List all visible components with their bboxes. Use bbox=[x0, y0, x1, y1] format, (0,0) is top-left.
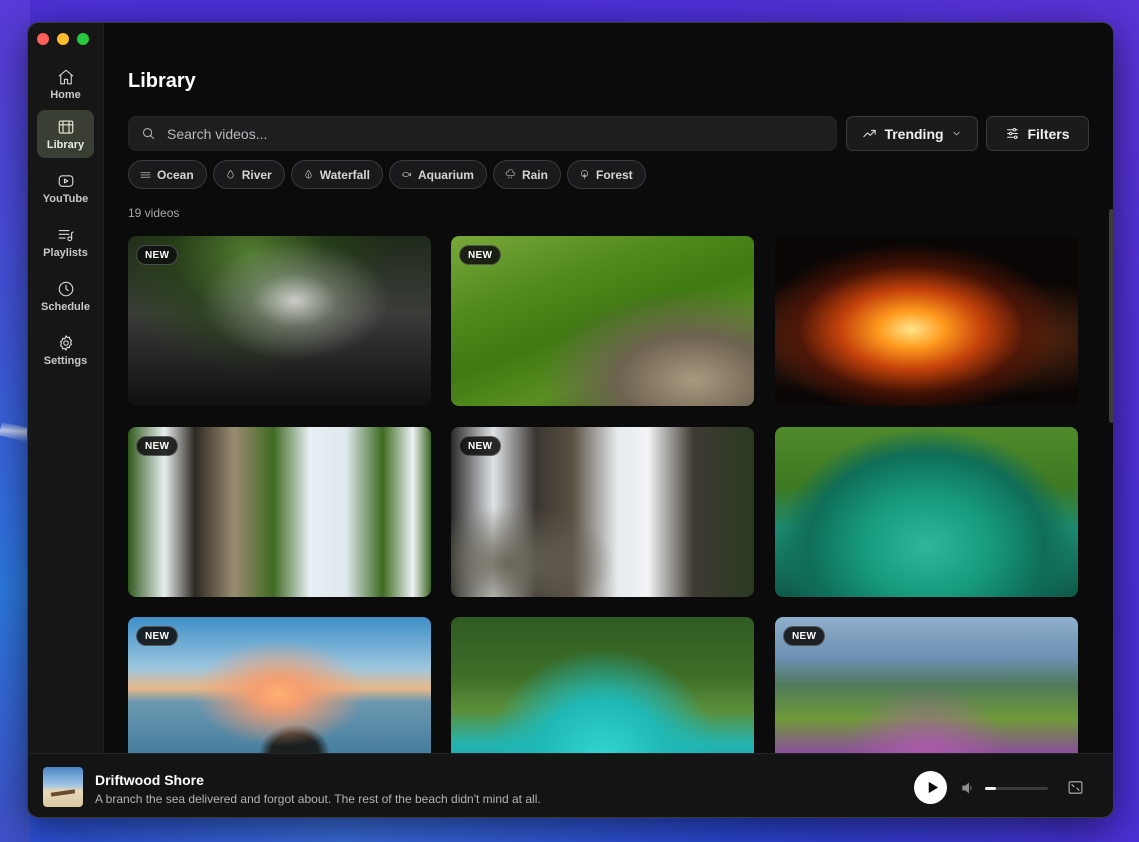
now-playing-description: A branch the sea delivered and forgot ab… bbox=[95, 792, 541, 806]
chip-label: River bbox=[241, 167, 272, 182]
close-window-button[interactable] bbox=[37, 33, 49, 45]
now-playing-title: Driftwood Shore bbox=[95, 772, 204, 788]
chip-label: Rain bbox=[521, 167, 548, 182]
chip-label: Forest bbox=[595, 167, 633, 182]
new-badge: NEW bbox=[136, 436, 179, 456]
video-card[interactable]: NEW bbox=[451, 236, 754, 406]
chevron-down-icon bbox=[952, 131, 960, 136]
sidebar-item-label: YouTube bbox=[42, 192, 89, 205]
video-card[interactable] bbox=[775, 427, 1078, 597]
fish-icon bbox=[401, 172, 411, 177]
chip-forest[interactable]: Forest bbox=[566, 160, 646, 189]
chip-label: Waterfall bbox=[319, 167, 370, 182]
clock-icon bbox=[58, 281, 73, 296]
video-card[interactable]: NEW bbox=[128, 236, 431, 406]
new-badge: NEW bbox=[783, 626, 826, 646]
tree-icon bbox=[580, 170, 589, 179]
video-card[interactable] bbox=[775, 236, 1078, 406]
waterfall-icon bbox=[305, 170, 312, 179]
volume-slider[interactable] bbox=[985, 787, 1048, 790]
filters-label: Filters bbox=[1027, 125, 1070, 142]
video-card[interactable]: NEW bbox=[775, 617, 1078, 753]
video-card[interactable]: NEW bbox=[128, 427, 431, 597]
chip-rain[interactable]: Rain bbox=[492, 160, 561, 189]
sidebar-item-playlists[interactable]: Playlists bbox=[37, 218, 94, 266]
sidebar-item-label: Settings bbox=[43, 354, 88, 367]
chip-aquarium[interactable]: Aquarium bbox=[388, 160, 487, 189]
video-count: 19 videos bbox=[128, 206, 180, 220]
search-placeholder: Search videos... bbox=[167, 125, 268, 142]
chip-label: Aquarium bbox=[417, 167, 474, 182]
rain-icon bbox=[505, 169, 515, 179]
playlist-icon bbox=[58, 229, 74, 241]
youtube-icon bbox=[58, 174, 73, 187]
droplet-icon bbox=[227, 170, 234, 179]
video-card[interactable]: NEW bbox=[451, 427, 754, 597]
zoom-window-button[interactable] bbox=[77, 33, 89, 45]
volume-icon[interactable] bbox=[960, 780, 976, 796]
trending-sort-button[interactable]: Trending bbox=[846, 116, 978, 151]
chip-river[interactable]: River bbox=[212, 160, 285, 189]
now-playing-thumbnail[interactable] bbox=[43, 767, 83, 807]
chip-ocean[interactable]: Ocean bbox=[128, 160, 207, 189]
fullscreen-icon[interactable] bbox=[1067, 779, 1084, 796]
trending-label: Trending bbox=[884, 125, 944, 142]
gear-icon bbox=[59, 334, 72, 351]
new-badge: NEW bbox=[136, 245, 179, 265]
video-card[interactable]: NEW bbox=[128, 617, 431, 753]
scrollbar[interactable] bbox=[1109, 209, 1113, 423]
sidebar-item-label: Library bbox=[46, 138, 85, 151]
category-chips: Ocean River Waterfall Aquarium Rain Fore… bbox=[128, 160, 646, 189]
sidebar-item-label: Home bbox=[50, 88, 81, 101]
page-title: Library bbox=[128, 70, 196, 92]
minimize-window-button[interactable] bbox=[57, 33, 69, 45]
video-grid: NEW NEW NEW NEW NEW NEW bbox=[128, 236, 1078, 753]
sidebar-item-library[interactable]: Library bbox=[37, 110, 94, 158]
sidebar-item-home[interactable]: Home bbox=[37, 60, 94, 108]
library-icon bbox=[58, 119, 73, 134]
desktop-background bbox=[0, 0, 30, 842]
volume-level bbox=[985, 787, 997, 790]
window-controls bbox=[37, 33, 89, 45]
search-input[interactable]: Search videos... bbox=[128, 116, 837, 151]
chip-waterfall[interactable]: Waterfall bbox=[290, 160, 383, 189]
now-playing-bar: Driftwood Shore A branch the sea deliver… bbox=[28, 753, 1113, 817]
sidebar-item-settings[interactable]: Settings bbox=[37, 326, 94, 374]
new-badge: NEW bbox=[459, 245, 502, 265]
new-badge: NEW bbox=[136, 626, 179, 646]
main-content: Library Search videos... Trending Filter… bbox=[105, 23, 1113, 753]
play-button[interactable] bbox=[914, 771, 947, 804]
sidebar-item-label: Playlists bbox=[43, 246, 88, 259]
home-icon bbox=[58, 69, 73, 84]
search-icon bbox=[142, 127, 155, 140]
sidebar-item-schedule[interactable]: Schedule bbox=[37, 272, 94, 320]
trending-icon bbox=[863, 129, 877, 138]
video-card[interactable] bbox=[451, 617, 754, 753]
app-window: Home Library YouTube Playlists Schedule … bbox=[27, 22, 1114, 818]
new-badge: NEW bbox=[459, 436, 502, 456]
sliders-icon bbox=[1007, 128, 1019, 139]
filters-button[interactable]: Filters bbox=[986, 116, 1089, 151]
sidebar: Home Library YouTube Playlists Schedule … bbox=[28, 23, 104, 753]
wave-icon bbox=[140, 171, 151, 178]
sidebar-item-youtube[interactable]: YouTube bbox=[37, 164, 94, 212]
sidebar-item-label: Schedule bbox=[41, 300, 90, 313]
play-icon bbox=[928, 781, 938, 794]
chip-label: Ocean bbox=[157, 167, 194, 182]
